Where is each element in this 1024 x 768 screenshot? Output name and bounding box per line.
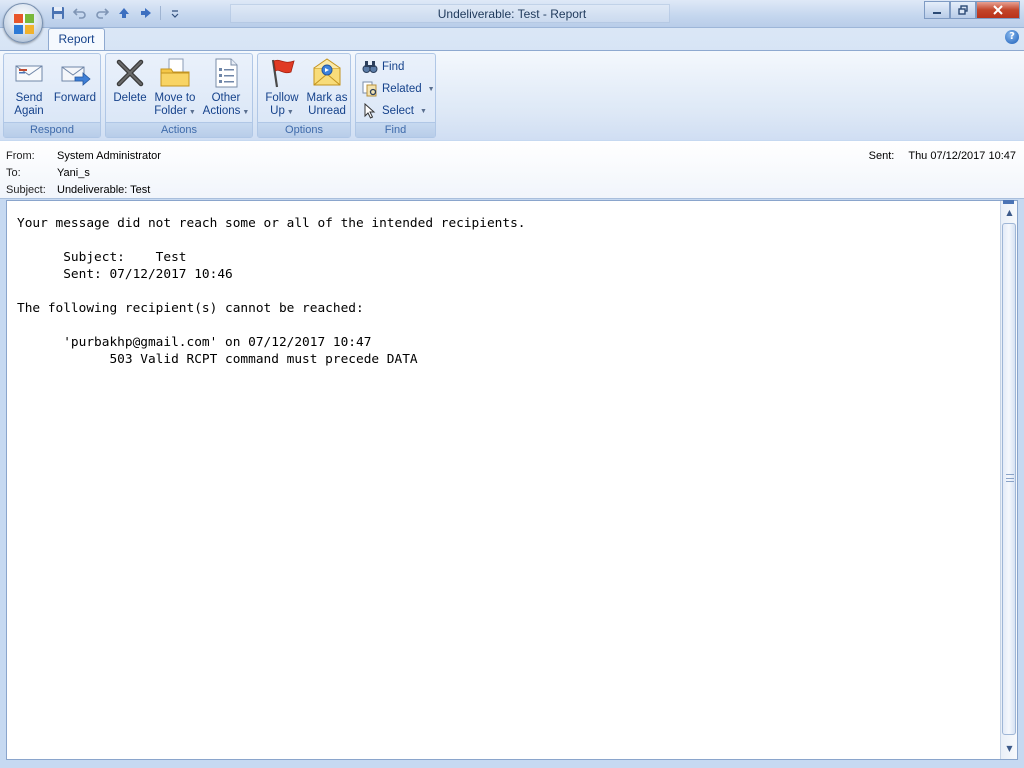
subject-value: Undeliverable: Test [57,184,151,196]
dropdown-arrow-icon: ▼ [419,107,427,115]
from-value[interactable]: System Administrator [57,150,161,166]
window-controls [924,1,1020,19]
title-bar: Undeliverable: Test - Report [0,0,1024,28]
minimize-icon [933,12,941,14]
group-label-find: Find [356,122,435,137]
related-icon [362,81,378,97]
group-find: Find Related ▼ Select ▼ Find [355,53,436,138]
office-logo-icon [14,14,34,34]
tab-report[interactable]: Report [48,28,105,50]
minimize-button[interactable] [924,1,950,19]
unread-envelope-icon [311,57,343,89]
message-body[interactable]: Your message did not reach some or all o… [6,200,1018,760]
group-options: Follow Up ▼ Mark as Unread Options [257,53,351,138]
message-header: From: System Administrator To: Yani_s Su… [0,141,1024,199]
to-label: To: [6,167,21,179]
scroll-up-button[interactable]: ▲ [1002,204,1017,221]
ribbon-body: Send Again Forward Respond Delete Move t… [0,50,1024,140]
group-label-options: Options [258,122,350,137]
restore-button[interactable] [950,1,976,19]
dropdown-arrow-icon: ▼ [286,109,294,116]
close-icon [993,5,1003,15]
to-value[interactable]: Yani_s [57,167,90,183]
mark-as-unread-button[interactable]: Mark as Unread [304,57,350,121]
move-to-folder-icon [159,57,191,89]
delete-button[interactable]: Delete [109,57,151,121]
scroll-down-button[interactable]: ▼ [1002,740,1017,757]
cursor-icon [362,103,378,119]
binoculars-icon [362,59,378,75]
forward-icon [59,57,91,89]
sent-label: Sent: [868,150,895,162]
flag-icon [266,57,298,89]
restore-icon [958,5,968,15]
dropdown-arrow-icon: ▼ [188,109,196,116]
dropdown-arrow-icon: ▼ [242,109,250,116]
sent-value: Thu 07/12/2017 10:47 [908,150,1016,162]
move-to-folder-button[interactable]: Move to Folder ▼ [151,57,199,121]
scrollbar-grip-icon [1006,474,1014,482]
office-button[interactable] [3,3,43,43]
window-title: Undeliverable: Test - Report [437,7,587,21]
group-actions: Delete Move to Folder ▼ Other Actions ▼ Ac… [105,53,253,138]
find-button[interactable]: Find [362,57,404,77]
subject-row: Subject: Undeliverable: Test [6,184,150,200]
forward-button[interactable]: Forward [51,57,99,121]
related-button[interactable]: Related ▼ [362,79,435,99]
other-actions-icon [210,57,242,89]
message-text: Your message did not reach some or all o… [17,216,526,367]
subject-label: Subject: [6,184,46,196]
send-again-button[interactable]: Send Again [7,57,51,121]
group-label-actions: Actions [106,122,252,137]
delete-icon [114,57,146,89]
help-icon[interactable]: ? [1005,30,1019,44]
vertical-scrollbar[interactable]: ▲ ▼ [1000,200,1017,759]
close-button[interactable] [976,1,1020,19]
group-label-respond: Respond [4,122,100,137]
dropdown-arrow-icon: ▼ [427,85,435,93]
select-button[interactable]: Select ▼ [362,101,427,121]
sent-row: Sent: Thu 07/12/2017 10:47 [869,150,1016,162]
send-again-icon [13,57,45,89]
to-row: To: Yani_s [6,167,90,183]
follow-up-button[interactable]: Follow Up ▼ [260,57,304,121]
scrollbar-thumb[interactable] [1002,223,1016,735]
ribbon: Report ? Send Again Forward Respond Dele… [0,28,1024,140]
from-row: From: System Administrator [6,150,161,166]
other-actions-button[interactable]: Other Actions ▼ [201,57,251,121]
from-label: From: [6,150,35,162]
group-respond: Send Again Forward Respond [3,53,101,138]
